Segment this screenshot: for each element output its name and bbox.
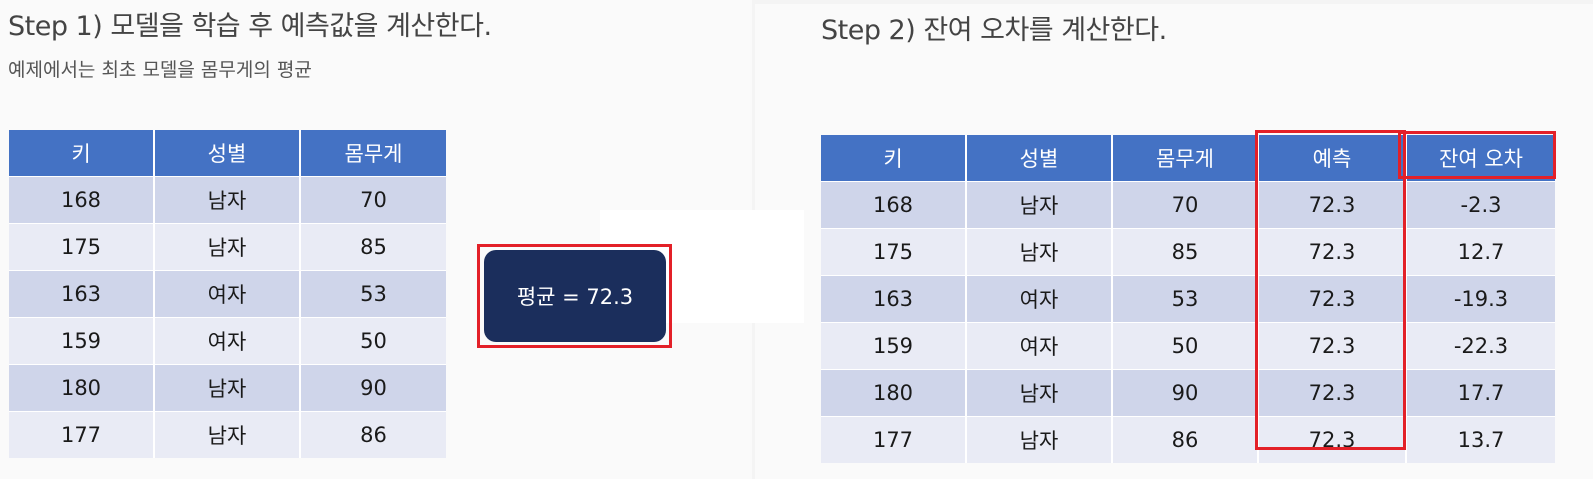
table-cell: 17.7 (1406, 369, 1555, 417)
step2-title: Step 2) 잔여 오차를 계산한다. (821, 15, 1167, 46)
table-cell: 168 (9, 176, 155, 224)
col-header-gender: 성별 (966, 135, 1113, 182)
table-cell: 53 (300, 270, 446, 318)
table-cell: 159 (821, 322, 967, 370)
table-row: 175 남자 85 (9, 223, 446, 271)
table-row: 177 남자 86 72.3 13.7 (821, 416, 1555, 463)
col-header-weight: 몸무게 (300, 130, 446, 177)
table-row: 177 남자 86 (9, 411, 446, 458)
table-cell: 72.3 (1258, 275, 1407, 323)
table-cell: 50 (1112, 322, 1259, 370)
table-cell: 50 (300, 317, 446, 365)
table-row: 175 남자 85 72.3 12.7 (821, 228, 1555, 276)
table-cell: 12.7 (1406, 228, 1555, 276)
table-cell: 72.3 (1258, 181, 1407, 229)
table-row: 168 남자 70 (9, 176, 446, 224)
step1-title: Step 1) 모델을 학습 후 예측값을 계산한다. (8, 11, 492, 42)
table-header-row: 키 성별 몸무게 (9, 130, 446, 177)
table-cell: 177 (821, 416, 967, 463)
table-cell: 남자 (966, 369, 1113, 417)
table-row: 163 여자 53 72.3 -19.3 (821, 275, 1555, 323)
table-cell: 13.7 (1406, 416, 1555, 463)
col-header-height: 키 (821, 135, 967, 182)
table-cell: 72.3 (1258, 369, 1407, 417)
table-cell: 남자 (154, 364, 301, 412)
table-cell: 70 (300, 176, 446, 224)
col-header-residual: 잔여 오차 (1406, 135, 1555, 182)
col-header-height: 키 (9, 130, 155, 177)
col-header-weight: 몸무게 (1112, 135, 1259, 182)
table-cell: 175 (9, 223, 155, 271)
table-cell: 177 (9, 411, 155, 458)
table-cell: 여자 (154, 270, 301, 318)
table-cell: 72.3 (1258, 416, 1407, 463)
table-cell: -19.3 (1406, 275, 1555, 323)
table-cell: 90 (300, 364, 446, 412)
table-row: 159 여자 50 72.3 -22.3 (821, 322, 1555, 370)
table-cell: 159 (9, 317, 155, 365)
table-cell: 175 (821, 228, 967, 276)
step2-table: 키 성별 몸무게 예측 잔여 오차 168 남자 70 72.3 -2.3 175 남자 85… (821, 135, 1555, 463)
table-cell: 남자 (966, 181, 1113, 229)
table-cell: 180 (821, 369, 967, 417)
table-cell: 여자 (966, 275, 1113, 323)
table-cell: 163 (9, 270, 155, 318)
table-cell: 남자 (154, 411, 301, 458)
table-cell: 85 (1112, 228, 1259, 276)
table-row: 163 여자 53 (9, 270, 446, 318)
table-row: 180 남자 90 (9, 364, 446, 412)
table-cell: 86 (300, 411, 446, 458)
table-row: 168 남자 70 72.3 -2.3 (821, 181, 1555, 229)
table-row: 159 여자 50 (9, 317, 446, 365)
table-cell: -22.3 (1406, 322, 1555, 370)
average-box: 평균 = 72.3 (484, 250, 666, 342)
table-cell: -2.3 (1406, 181, 1555, 229)
table-cell: 163 (821, 275, 967, 323)
average-label: 평균 = 72.3 (516, 285, 634, 309)
table-cell: 70 (1112, 181, 1259, 229)
table-cell: 남자 (154, 176, 301, 224)
table-cell: 남자 (966, 416, 1113, 463)
table-cell: 72.3 (1258, 322, 1407, 370)
table-cell: 90 (1112, 369, 1259, 417)
col-header-prediction: 예측 (1258, 135, 1407, 182)
table-cell: 72.3 (1258, 228, 1407, 276)
table-cell: 53 (1112, 275, 1259, 323)
table-cell: 85 (300, 223, 446, 271)
table-cell: 168 (821, 181, 967, 229)
table-header-row: 키 성별 몸무게 예측 잔여 오차 (821, 135, 1555, 182)
col-header-gender: 성별 (154, 130, 301, 177)
table-cell: 남자 (154, 223, 301, 271)
table-row: 180 남자 90 72.3 17.7 (821, 369, 1555, 417)
table-cell: 86 (1112, 416, 1259, 463)
table-cell: 180 (9, 364, 155, 412)
table-cell: 여자 (966, 322, 1113, 370)
table-cell: 여자 (154, 317, 301, 365)
table-cell: 남자 (966, 228, 1113, 276)
step1-table: 키 성별 몸무게 168 남자 70 175 남자 85 163 여자 53 159 여자 50 180… (9, 130, 446, 458)
step1-subtitle: 예제에서는 최초 모델을 몸무게의 평균 (8, 59, 312, 81)
